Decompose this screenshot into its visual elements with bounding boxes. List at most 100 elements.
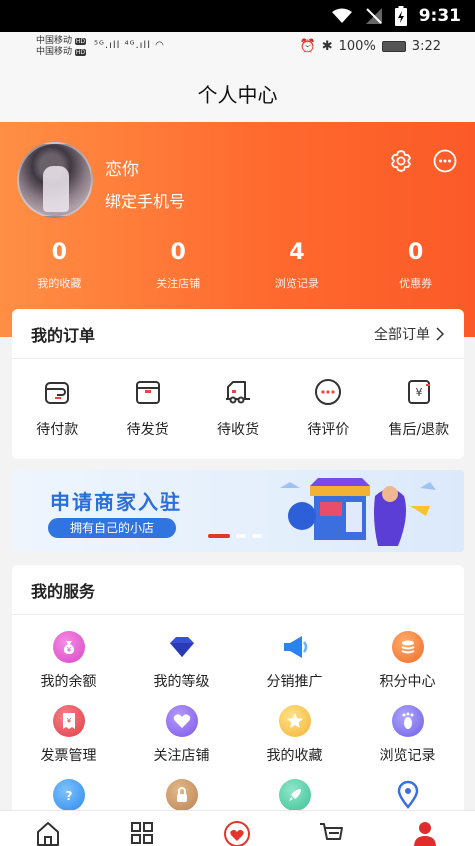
cart-icon[interactable] — [317, 819, 345, 846]
comment-icon — [315, 379, 342, 405]
system-clock: 9:31 — [418, 6, 461, 26]
system-status-bar: 9:31 — [0, 0, 475, 32]
merchant-banner[interactable]: 申请商家入驻 拥有自己的小店 — [12, 470, 464, 552]
services-card: 我的服务 ¥ 我的余额 我的等级 分销推广 积分中心 ¥ 发票管理 关注店铺 我 — [12, 565, 464, 825]
orders-header: 我的订单 全部订单 — [12, 309, 464, 359]
bind-phone-link[interactable]: 绑定手机号 — [105, 188, 185, 212]
svg-text:¥: ¥ — [415, 386, 422, 399]
services-header: 我的服务 — [12, 565, 464, 615]
signal-indicator: ⁵ᴳ.ıll ⁴ᴳ.ıll ◠ — [94, 40, 165, 51]
svg-text:¥: ¥ — [66, 646, 71, 654]
service-history-label: 浏览记录 — [379, 748, 436, 764]
wallet-icon — [45, 382, 70, 404]
service-followed-shops-label: 关注店铺 — [153, 748, 210, 764]
order-pending-shipment[interactable]: 待发货 — [102, 377, 192, 439]
service-favorites-label: 我的收藏 — [266, 748, 323, 764]
favorites-icon[interactable] — [223, 819, 251, 846]
gear-icon[interactable] — [388, 148, 414, 174]
order-pending-review-label: 待评价 — [307, 422, 350, 438]
truck-icon — [226, 381, 251, 404]
service-promotion[interactable]: 分销推广 — [238, 631, 351, 691]
profile-header: 恋你 绑定手机号 0 我的收藏 0 关注店铺 4 浏览记录 0 优惠券 — [0, 122, 475, 337]
order-after-sales-label: 售后/退款 — [388, 422, 450, 438]
order-pending-review[interactable]: 待评价 — [283, 377, 373, 439]
heart-icon — [165, 705, 198, 737]
service-history[interactable]: 浏览记录 — [351, 705, 464, 765]
profile-stats: 0 我的收藏 0 关注店铺 4 浏览记录 0 优惠券 — [0, 239, 475, 291]
rocket-icon — [278, 779, 311, 811]
storefront-illustration — [280, 478, 436, 546]
star-icon — [278, 705, 311, 737]
stat-coupons[interactable]: 0 优惠券 — [356, 239, 475, 291]
help-icon: ? — [52, 779, 85, 811]
services-grid: ¥ 我的余额 我的等级 分销推广 积分中心 ¥ 发票管理 关注店铺 我的收藏 浏… — [12, 615, 464, 811]
service-points-label: 积分中心 — [379, 674, 436, 690]
service-balance[interactable]: ¥ 我的余额 — [12, 631, 125, 691]
stat-history[interactable]: 4 浏览记录 — [238, 239, 357, 291]
category-icon[interactable] — [128, 819, 156, 846]
service-level[interactable]: 我的等级 — [125, 631, 238, 691]
profile-icon[interactable] — [411, 819, 439, 846]
order-pending-receipt[interactable]: 待收货 — [193, 377, 283, 439]
avatar[interactable] — [17, 142, 93, 218]
inner-status-right: ⏰ ✱ 100% 3:22 — [300, 39, 441, 54]
banner-title: 申请商家入驻 — [50, 490, 182, 514]
signal-text: ⁵ᴳ.ıll ⁴ᴳ.ıll — [94, 40, 151, 51]
pagination-dot[interactable] — [236, 534, 246, 538]
svg-text:¥: ¥ — [66, 717, 71, 725]
more-message-icon[interactable] — [432, 148, 458, 174]
service-followed-shops[interactable]: 关注店铺 — [125, 705, 238, 765]
user-nickname[interactable]: 恋你 — [105, 155, 139, 180]
service-boost[interactable] — [238, 779, 351, 811]
order-status-row: 待付款 待发货 待收货 待评价 ¥ 售后/退款 — [12, 359, 464, 439]
coins-icon — [391, 631, 424, 663]
location-icon — [392, 779, 424, 811]
all-orders-link[interactable]: 全部订单 — [374, 324, 444, 344]
megaphone-icon — [279, 631, 311, 663]
service-invoice[interactable]: ¥ 发票管理 — [12, 705, 125, 765]
refund-icon: ¥ — [407, 380, 430, 404]
banner-subtitle: 拥有自己的小店 — [48, 518, 176, 538]
page-title: 个人中心 — [0, 64, 475, 122]
box-icon — [135, 381, 160, 404]
banner-pagination — [208, 534, 262, 538]
services-title: 我的服务 — [31, 581, 96, 601]
inner-clock: 3:22 — [411, 39, 441, 54]
home-icon[interactable] — [34, 819, 62, 846]
order-pending-receipt-label: 待收货 — [217, 422, 260, 438]
invoice-icon: ¥ — [52, 705, 85, 737]
carrier-2: 中国移动 — [36, 47, 73, 57]
wifi-icon — [331, 8, 352, 23]
lock-icon — [165, 779, 198, 811]
carrier-labels: 中国移动 HD 中国移动 HD — [36, 36, 87, 57]
footprint-icon — [391, 705, 424, 737]
stat-followed-shops[interactable]: 0 关注店铺 — [119, 239, 238, 291]
orders-title: 我的订单 — [31, 325, 96, 345]
carrier-1: 中国移动 — [36, 36, 73, 46]
bottom-navigation — [0, 810, 475, 846]
pagination-dot[interactable] — [252, 534, 262, 538]
service-promotion-label: 分销推广 — [266, 674, 323, 690]
service-points[interactable]: 积分中心 — [351, 631, 464, 691]
wifi-small-icon: ◠ — [155, 40, 165, 51]
order-pending-shipment-label: 待发货 — [126, 422, 169, 438]
battery-icon — [381, 41, 406, 52]
service-favorites[interactable]: 我的收藏 — [238, 705, 351, 765]
service-balance-label: 我的余额 — [40, 674, 97, 690]
diamond-icon — [166, 631, 198, 663]
chevron-right-icon — [436, 326, 444, 341]
all-orders-label: 全部订单 — [374, 326, 430, 343]
battery-charging-icon — [394, 6, 407, 26]
pagination-dot-active[interactable] — [208, 534, 230, 538]
stat-favorites[interactable]: 0 我的收藏 — [0, 239, 119, 291]
service-security[interactable] — [125, 779, 238, 811]
order-pending-payment[interactable]: 待付款 — [12, 377, 102, 439]
orders-card: 我的订单 全部订单 待付款 待发货 待收货 待评价 ¥ 售后/退款 — [12, 309, 464, 459]
inner-status-bar: 中国移动 HD 中国移动 HD ⁵ᴳ.ıll ⁴ᴳ.ıll ◠ ⏰ ✱ 100%… — [0, 32, 475, 64]
money-bag-icon: ¥ — [52, 631, 85, 663]
service-help[interactable]: ? — [12, 779, 125, 811]
order-after-sales[interactable]: ¥ 售后/退款 — [374, 377, 464, 439]
order-pending-payment-label: 待付款 — [36, 422, 79, 438]
svg-text:?: ? — [65, 789, 72, 802]
service-address[interactable] — [351, 779, 464, 811]
